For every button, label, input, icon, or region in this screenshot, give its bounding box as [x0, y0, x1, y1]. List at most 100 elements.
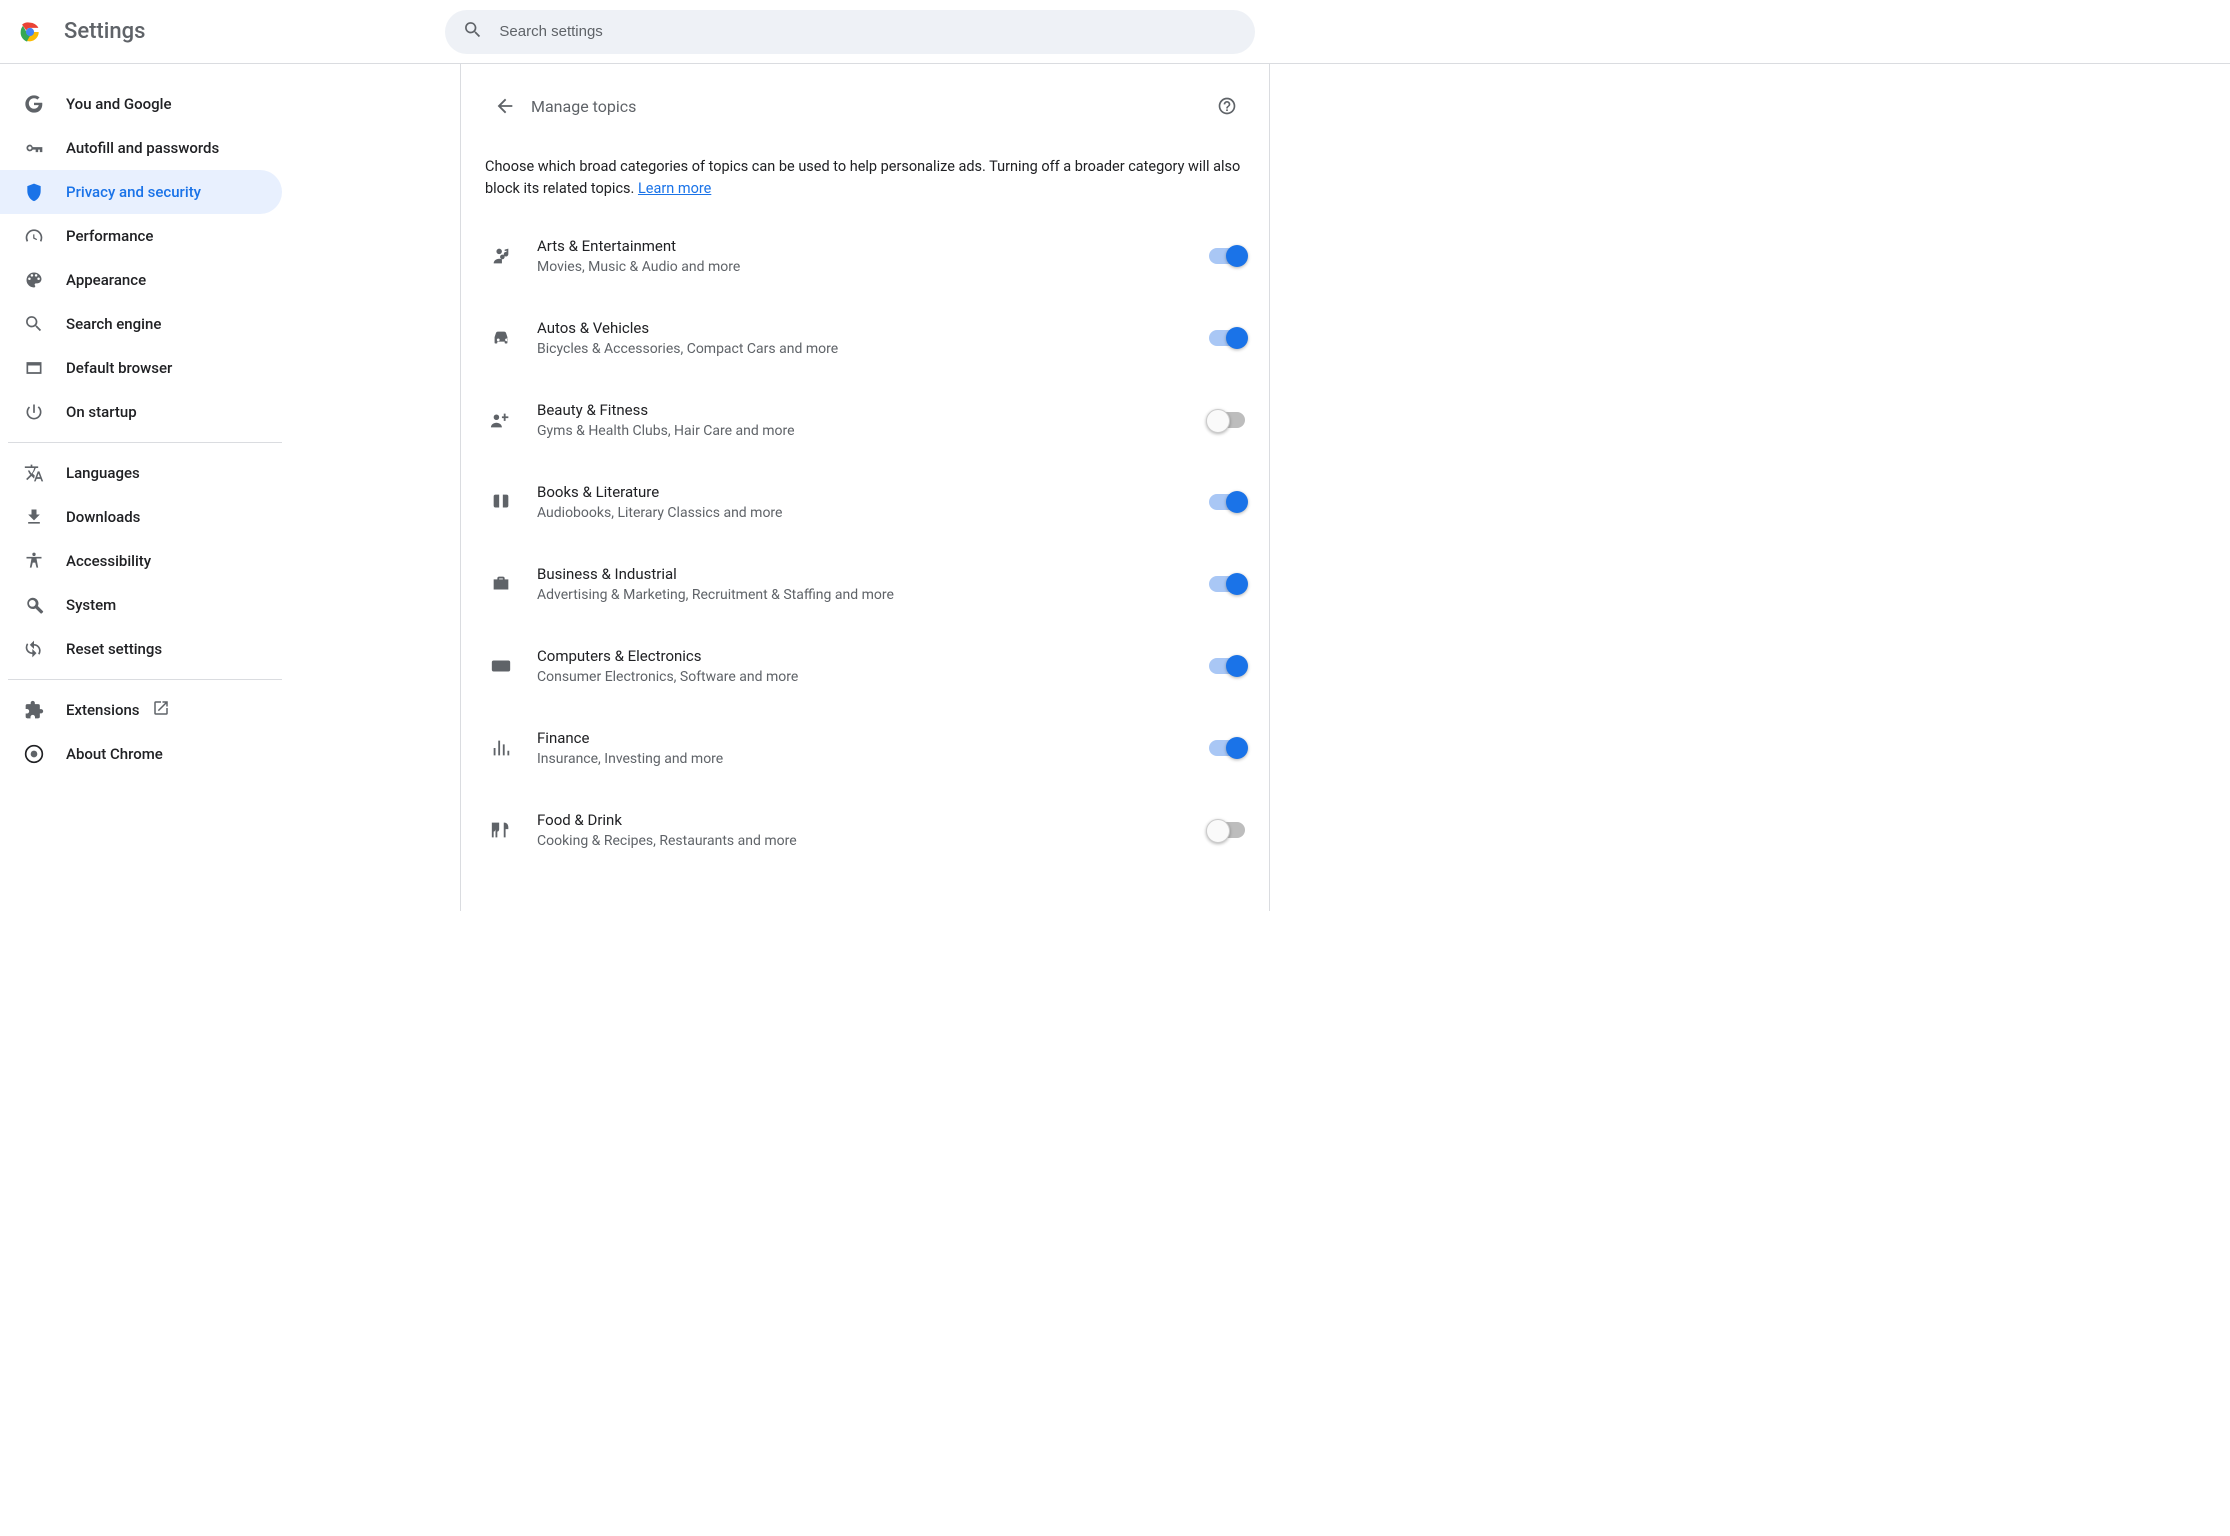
languages-icon: [24, 463, 44, 483]
topic-toggle-autos[interactable]: [1209, 330, 1245, 346]
performance-icon: [24, 226, 44, 246]
you-google-icon: [24, 94, 44, 114]
sidebar-item-label: You and Google: [66, 95, 171, 113]
sidebar-item-about[interactable]: About Chrome: [0, 732, 282, 776]
topic-toggle-arts[interactable]: [1209, 248, 1245, 264]
page-title: Manage topics: [531, 97, 636, 116]
app-title: Settings: [64, 19, 145, 44]
topic-text: Computers & Electronics Consumer Electron…: [537, 647, 1209, 685]
sidebar-item-downloads[interactable]: Downloads: [0, 495, 282, 539]
topic-toggle-business[interactable]: [1209, 576, 1245, 592]
topic-title: Books & Literature: [537, 483, 1209, 501]
learn-more-link[interactable]: Learn more: [638, 180, 711, 197]
sidebar-item-system[interactable]: System: [0, 583, 282, 627]
sidebar-item-default-browser[interactable]: Default browser: [0, 346, 282, 390]
arts-icon: [489, 244, 513, 268]
topic-text: Beauty & Fitness Gyms & Health Clubs, Hai…: [537, 401, 1209, 439]
business-icon: [489, 572, 513, 596]
accessibility-icon: [24, 551, 44, 571]
sidebar-item-accessibility[interactable]: Accessibility: [0, 539, 282, 583]
default-browser-icon: [24, 358, 44, 378]
system-icon: [24, 595, 44, 615]
sidebar-item-label: Autofill and passwords: [66, 139, 219, 157]
topic-row-food: Food & DrinkCooking & Recipes, Restauran…: [485, 789, 1245, 871]
topic-text: Food & DrinkCooking & Recipes, Restauran…: [537, 811, 1209, 849]
on-startup-icon: [24, 402, 44, 422]
sidebar: You and Google Autofill and passwords Priv…: [0, 64, 290, 911]
topic-title: Business & Industrial: [537, 565, 1209, 583]
topic-subtitle: Insurance, Investing and more: [537, 751, 1209, 767]
sidebar-divider: [8, 442, 282, 443]
topic-toggle-books[interactable]: [1209, 494, 1245, 510]
topic-title: Autos & Vehicles: [537, 319, 1209, 337]
topic-title: Computers & Electronics: [537, 647, 1209, 665]
sidebar-item-search-engine[interactable]: Search engine: [0, 302, 282, 346]
back-button[interactable]: [485, 86, 525, 126]
sidebar-item-label: Privacy and security: [66, 183, 201, 201]
sidebar-divider: [8, 679, 282, 680]
finance-icon: [489, 736, 513, 760]
topic-toggle-beauty[interactable]: [1209, 412, 1245, 428]
sidebar-item-autofill[interactable]: Autofill and passwords: [0, 126, 282, 170]
sidebar-item-label: On startup: [66, 403, 137, 421]
books-icon: [489, 490, 513, 514]
beauty-icon: [489, 408, 513, 432]
topbar: Settings: [0, 0, 2230, 64]
sidebar-item-label: Accessibility: [66, 552, 151, 570]
sidebar-item-label: System: [66, 596, 116, 614]
sidebar-item-you-google[interactable]: You and Google: [0, 82, 282, 126]
open-external-icon: [152, 699, 170, 721]
sidebar-item-label: Extensions: [66, 701, 140, 719]
topic-toggle-computers[interactable]: [1209, 658, 1245, 674]
sidebar-item-label: Performance: [66, 227, 153, 245]
page-header: Manage topics: [485, 84, 1245, 128]
sidebar-item-label: Default browser: [66, 359, 172, 377]
search-settings-box[interactable]: [445, 10, 1255, 54]
topic-text: Finance Insurance, Investing and more: [537, 729, 1209, 767]
chrome-logo-icon: [16, 18, 44, 46]
topic-subtitle: Gyms & Health Clubs, Hair Care and more: [537, 423, 1209, 439]
intro-text: Choose which broad categories of topics …: [485, 156, 1245, 201]
topic-subtitle: Advertising & Marketing, Recruitment & S…: [537, 587, 1209, 603]
sidebar-item-label: Reset settings: [66, 640, 162, 658]
topic-text: Books & Literature Audiobooks, Literary C…: [537, 483, 1209, 521]
topic-row-business: Business & Industrial Advertising & Marke…: [485, 543, 1245, 625]
topic-text: Arts & EntertainmentMovies, Music & Audi…: [537, 237, 1209, 275]
content-card: Manage topics Choose which broad categor…: [460, 64, 1270, 911]
topic-toggle-food[interactable]: [1209, 822, 1245, 838]
reset-icon: [24, 639, 44, 659]
topic-subtitle: Cooking & Recipes, Restaurants and more: [537, 833, 1209, 849]
topic-title: Beauty & Fitness: [537, 401, 1209, 419]
topic-title: Finance: [537, 729, 1209, 747]
sidebar-item-appearance[interactable]: Appearance: [0, 258, 282, 302]
search-input[interactable]: [497, 22, 1237, 41]
topic-subtitle: Bicycles & Accessories, Compact Cars and…: [537, 341, 1209, 357]
topic-subtitle: Audiobooks, Literary Classics and more: [537, 505, 1209, 521]
sidebar-item-extensions[interactable]: Extensions: [0, 688, 282, 732]
sidebar-item-performance[interactable]: Performance: [0, 214, 282, 258]
about-icon: [24, 744, 44, 764]
topic-subtitle: Consumer Electronics, Software and more: [537, 669, 1209, 685]
sidebar-item-label: Search engine: [66, 315, 161, 333]
search-engine-icon: [24, 314, 44, 334]
sidebar-item-label: About Chrome: [66, 745, 163, 763]
sidebar-item-label: Languages: [66, 464, 140, 482]
search-icon: [463, 20, 497, 44]
downloads-icon: [24, 507, 44, 527]
appearance-icon: [24, 270, 44, 290]
sidebar-item-on-startup[interactable]: On startup: [0, 390, 282, 434]
topic-toggle-finance[interactable]: [1209, 740, 1245, 756]
privacy-icon: [24, 182, 44, 202]
topic-row-arts: Arts & EntertainmentMovies, Music & Audi…: [485, 215, 1245, 297]
sidebar-item-label: Appearance: [66, 271, 146, 289]
extensions-icon: [24, 700, 44, 720]
sidebar-item-reset[interactable]: Reset settings: [0, 627, 282, 671]
topic-subtitle: Movies, Music & Audio and more: [537, 259, 1209, 275]
food-icon: [489, 818, 513, 842]
computers-icon: [489, 654, 513, 678]
sidebar-item-languages[interactable]: Languages: [0, 451, 282, 495]
topic-text: Autos & Vehicles Bicycles & Accessories, …: [537, 319, 1209, 357]
autos-icon: [489, 326, 513, 350]
sidebar-item-privacy[interactable]: Privacy and security: [0, 170, 282, 214]
help-button[interactable]: [1209, 88, 1245, 124]
